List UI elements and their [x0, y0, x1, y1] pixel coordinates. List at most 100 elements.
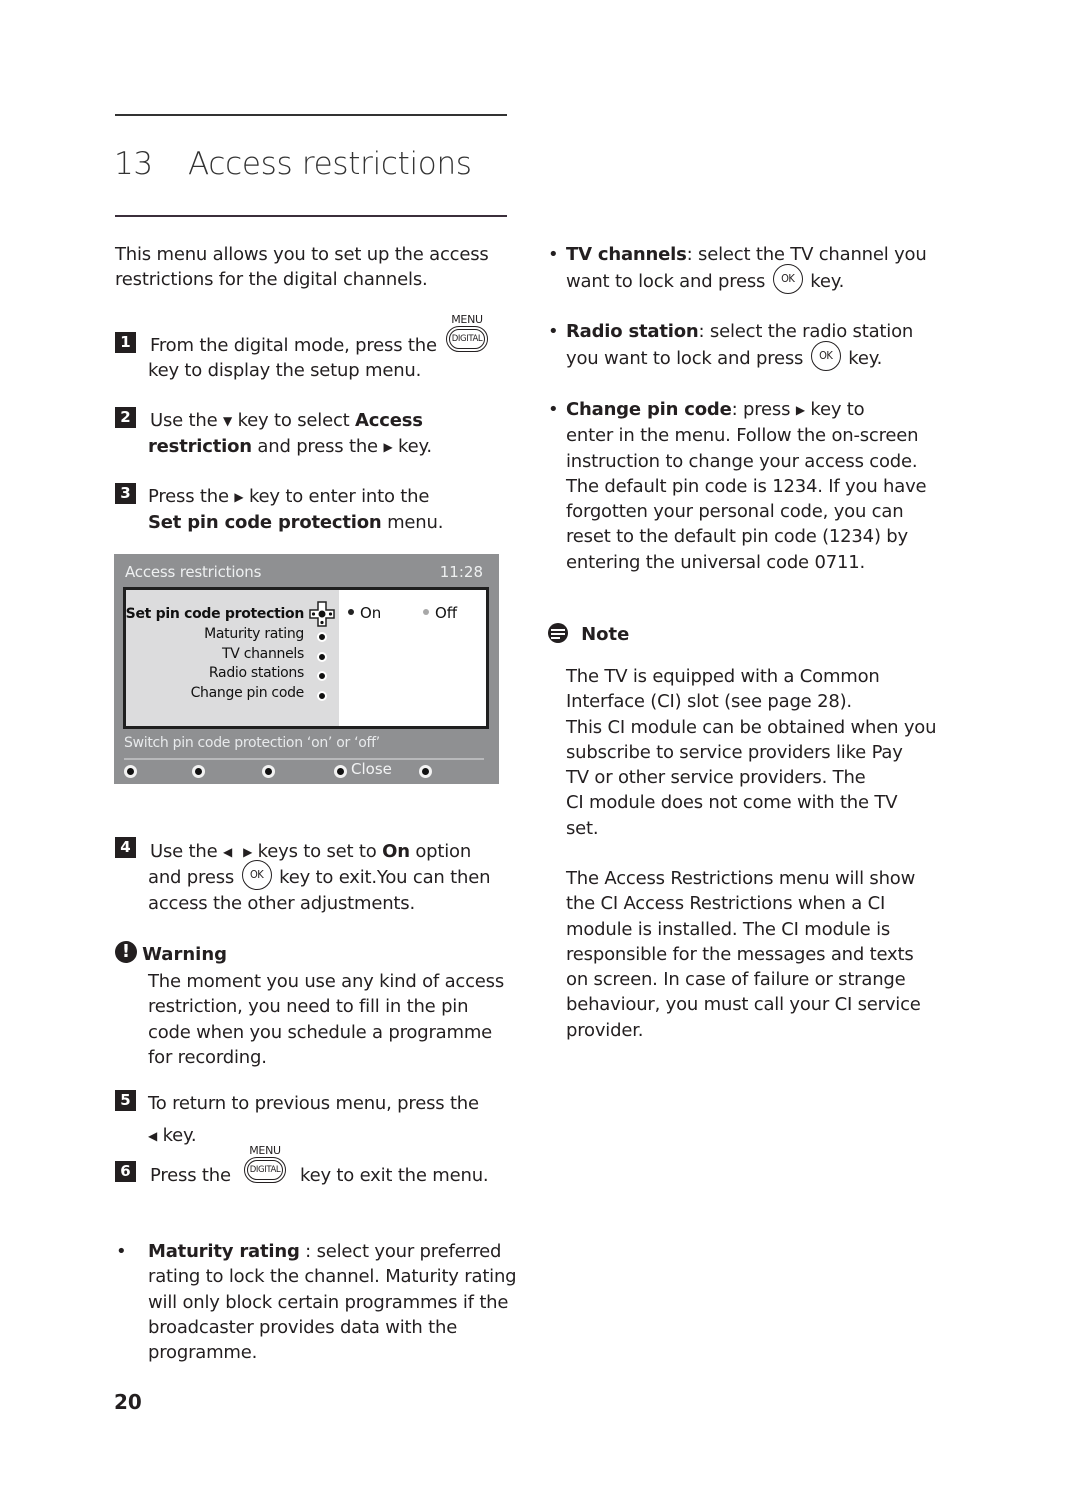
chapter-number: 13 [114, 146, 153, 182]
line: instruction to change your access code. [566, 450, 918, 472]
step-text: Set pin code protection menu. [148, 510, 443, 535]
line: on screen. In case of failure or strange [566, 969, 906, 991]
line: behaviour, you must call your CI service [566, 994, 921, 1016]
step-text: ◀ key. [148, 1123, 197, 1149]
color-key-yellow-button[interactable] [262, 765, 275, 778]
bullet-text: Radio station: select the radio station … [566, 319, 913, 372]
header-rule-bottom [115, 215, 507, 217]
tv-menu-title: Access restrictions [125, 563, 262, 581]
menu-key-label: MENU [249, 1144, 281, 1157]
tv-menu-item-maturity-rating[interactable]: Maturity rating [204, 626, 304, 642]
line: for recording. [148, 1046, 267, 1068]
line: The moment you use any kind of access [148, 971, 505, 992]
color-key-red-button[interactable] [124, 765, 137, 778]
radio-selected-icon [348, 609, 354, 615]
text: and press [148, 867, 235, 888]
option-label: On [360, 604, 382, 622]
tv-menu-list: Set pin code protection Maturity rating … [126, 590, 339, 726]
warning-exclamation-icon: ! [115, 941, 137, 963]
step-number: 1 [115, 332, 136, 353]
close-label[interactable]: Close [351, 760, 392, 778]
line: responsible for the messages and texts [566, 943, 914, 965]
tv-menu-item-set-pin-code-protection[interactable]: Set pin code protection [126, 606, 305, 622]
text: and press the [257, 436, 378, 457]
bullet-text: Change pin code: press ▶ key to enter in… [566, 397, 927, 575]
text: key. [848, 348, 883, 370]
tv-menu-time: 11:28 [439, 563, 483, 581]
line: provider. [566, 1019, 644, 1041]
option-label: Off [435, 604, 458, 622]
line: reset to the default pin code (1234) by [566, 526, 908, 548]
text: : press [731, 399, 791, 420]
note-icon [548, 623, 568, 643]
tv-menu-screen: Access restrictions 11:28 Set pin code p… [114, 554, 499, 784]
line: restriction, you need to fill in the pin [148, 996, 469, 1018]
bullet-icon: • [548, 399, 559, 420]
text: key to enter into the [248, 486, 430, 507]
step-text: access the other adjustments. [148, 893, 415, 914]
menu-digital-key-icon: MENU DIGITAL [244, 1144, 286, 1183]
text: menu. [387, 512, 444, 533]
option-off[interactable]: Off [423, 604, 457, 622]
text: key. [162, 1125, 197, 1146]
radio-unselected-icon [423, 609, 429, 615]
menu-key-label: MENU [451, 313, 483, 326]
header-rule-top [115, 114, 507, 116]
line: The default pin code is 1234. If you hav… [566, 475, 927, 497]
chapter-title: Access restrictions [188, 146, 472, 182]
intro-text: This menu allows you to set up the acces… [115, 244, 489, 291]
bullet-icon [317, 652, 327, 662]
bullet-icon: • [548, 244, 559, 265]
tv-menu-item-radio-stations[interactable]: Radio stations [209, 665, 304, 681]
text: you want to lock and press [566, 348, 804, 370]
line: The Access Restrictions menu will show [566, 868, 916, 889]
note-paragraph-2: The Access Restrictions menu will show t… [566, 866, 921, 1043]
right-arrow-icon: ▶ [243, 845, 253, 859]
bold-text: Maturity rating [148, 1241, 300, 1262]
right-arrow-icon: ▶ [234, 490, 244, 504]
line: module is installed. The CI module is [566, 918, 891, 940]
step-text: To return to previous menu, press the [148, 1093, 479, 1114]
option-on[interactable]: On [348, 604, 381, 622]
bold-text: restriction [148, 436, 252, 457]
bold-text: Change pin code [566, 399, 732, 420]
line: enter in the menu. Follow the on-screen [566, 425, 919, 447]
line: This CI module can be obtained when you [566, 716, 937, 738]
step-number: 2 [115, 407, 136, 428]
line: code when you schedule a programme [148, 1021, 493, 1043]
step-text: Use the ▼ key to select Access [150, 408, 423, 434]
bold-text: Set pin code protection [148, 512, 382, 533]
line: set. [566, 817, 599, 839]
text: Use the [150, 841, 218, 862]
bold-text: Radio station [566, 321, 699, 342]
bullet-text: Maturity rating : select your preferred … [148, 1239, 517, 1365]
step-text: key to display the setup menu. [148, 360, 422, 381]
line: programme. [148, 1342, 258, 1364]
tv-menu-divider [124, 758, 484, 760]
left-arrow-icon: ◀ [223, 845, 233, 859]
step-text: and press OK key to exit.You can then [148, 860, 491, 890]
bullet-icon [317, 632, 327, 642]
left-arrow-icon: ◀ [148, 1129, 158, 1143]
line: rating to lock the channel. Maturity rat… [148, 1266, 517, 1288]
note-paragraph-1: The TV is equipped with a Common Interfa… [566, 664, 937, 841]
bold-text: On [382, 841, 410, 862]
digital-key-label: DIGITAL [247, 1160, 283, 1180]
text: key to exit.You can then [279, 867, 491, 888]
tv-menu-item-change-pin-code[interactable]: Change pin code [191, 685, 305, 701]
bullet-icon: • [548, 321, 559, 342]
step-number: 4 [115, 837, 136, 858]
step-text: Press the [150, 1165, 231, 1186]
chapter-heading: 13 Access restrictions [114, 146, 472, 182]
note-title: Note [581, 624, 630, 645]
line: subscribe to service providers like Pay [566, 741, 903, 763]
line: entering the universal code 0711. [566, 551, 865, 573]
right-arrow-icon: ▶ [795, 403, 805, 417]
color-key-green-button[interactable] [192, 765, 205, 778]
tv-menu-item-tv-channels[interactable]: TV channels [222, 646, 304, 662]
step-text: restriction and press the ▶ key. [148, 434, 432, 460]
color-key-white-button[interactable] [419, 765, 432, 778]
step-text: key to exit the menu. [300, 1165, 489, 1186]
digital-key-label: DIGITAL [449, 329, 485, 349]
color-key-blue-button[interactable] [334, 765, 347, 778]
